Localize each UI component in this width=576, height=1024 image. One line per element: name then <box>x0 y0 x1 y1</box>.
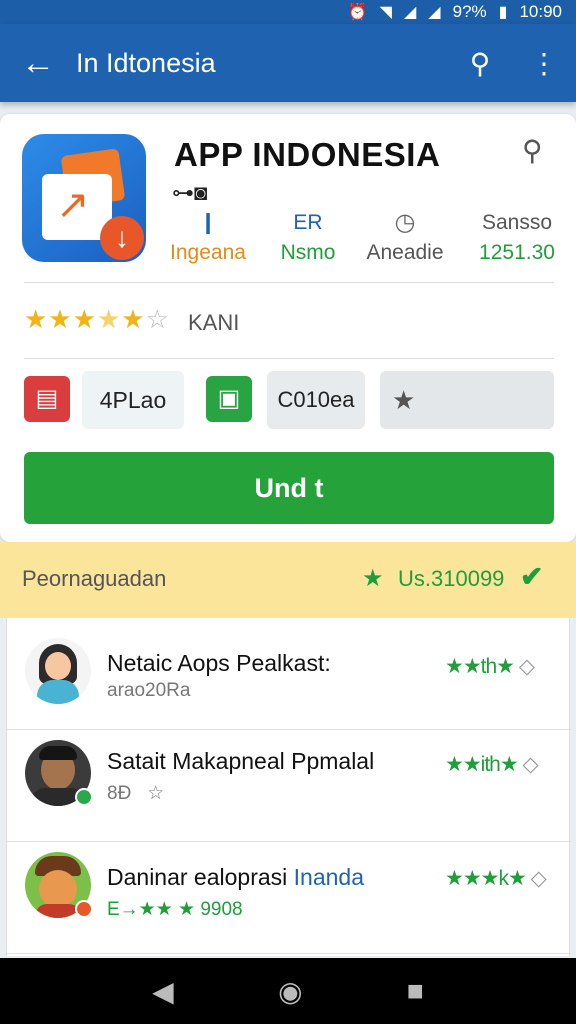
action-box-1[interactable]: 4PLao <box>82 371 184 429</box>
stat-value: Ingeana <box>170 241 246 264</box>
stat-icon: ❙ <box>199 211 217 234</box>
wishlist-star-icon[interactable]: ★ <box>380 371 554 429</box>
promo-banner[interactable]: Peornaguadan ★ Us.310099 ✔ <box>0 542 576 618</box>
app-icon: ↗ ↓ <box>22 134 146 262</box>
back-arrow-icon[interactable]: ← <box>0 44 76 83</box>
stat-value: Aneadie <box>366 241 444 264</box>
review-stars: ★★th★ ◇ <box>445 655 535 678</box>
app-name: APP INDONESIA <box>174 136 441 173</box>
stat-label: ER <box>293 211 323 234</box>
check-icon: ✔ <box>520 561 544 592</box>
battery-icon: ▮ <box>498 4 508 21</box>
list-item[interactable]: Daninar ealoprasi Inanda E→★★ ★ 9908 ★★★… <box>7 842 571 954</box>
online-badge <box>75 788 93 806</box>
list-item[interactable]: Netaic Aops Pealkast: arao20Ra ★★th★ ◇ <box>7 618 571 730</box>
app-card: ↗ ↓ APP INDONESIA ⚲ ⊶◙ ❙ Ingeana ER Nsmo… <box>0 114 576 542</box>
stat-rating: ER Nsmo <box>268 208 348 268</box>
signal-icon-2: ◢ <box>428 4 441 21</box>
nav-home-icon[interactable]: ◉ <box>278 975 302 1008</box>
system-nav-bar: ◀ ◉ ■ <box>0 958 576 1024</box>
avatar <box>25 638 91 704</box>
document-icon[interactable]: ▤ <box>24 376 70 422</box>
stat-value: 1251.30 <box>479 241 555 264</box>
install-button[interactable]: Und t <box>24 452 554 524</box>
stat-value: Nsmo <box>280 241 336 264</box>
review-stars: ★★ith★ ◇ <box>445 753 539 776</box>
chevron-icon: ◇ <box>522 753 539 776</box>
banner-value: Us.310099 <box>398 566 505 591</box>
rating-label: KANI <box>188 310 240 335</box>
arrow-icon: ↗ <box>56 183 90 227</box>
rating-stars: ★★★★★☆ <box>24 304 170 334</box>
search-icon[interactable]: ⚲ <box>448 47 512 80</box>
chevron-icon: ◇ <box>518 655 535 678</box>
alarm-icon: ⏰ <box>347 4 368 21</box>
app-bar: ← In Idtonesia ⚲ ⋮ <box>0 24 576 102</box>
chevron-icon: ◇ <box>530 867 547 890</box>
stat-age: ◷ Aneadie <box>366 208 444 268</box>
review-name: Satait Makapneal Ppmalal <box>107 748 375 774</box>
app-bar-title: In Idtonesia <box>76 47 216 78</box>
more-vert-icon[interactable]: ⋮ <box>512 47 576 80</box>
card-search-icon[interactable]: ⚲ <box>522 134 543 167</box>
stat-label: Sansso <box>481 211 553 234</box>
list-item[interactable]: Satait Makapneal Ppmalal 8Đ ☆ ★★ith★ ◇ <box>7 730 571 842</box>
star-icon: ★ <box>362 565 384 592</box>
review-list: Netaic Aops Pealkast: arao20Ra ★★th★ ◇ S… <box>6 618 571 956</box>
review-meta: arao20Ra <box>107 680 191 701</box>
stat-size: Sansso 1251.30 <box>472 208 562 268</box>
clock-icon: ◷ <box>394 209 416 236</box>
banner-label: Peornaguadan <box>22 566 167 591</box>
review-meta: E→★★ ★ 9908 <box>107 899 243 920</box>
clock: 10:90 <box>519 2 562 21</box>
nav-recents-icon[interactable]: ■ <box>407 975 424 1007</box>
divider <box>24 358 554 359</box>
battery-percent: 9?% <box>452 2 487 21</box>
status-bar: ⏰ ◥ ◢ ◢ 9?% ▮ 10:90 <box>0 0 576 24</box>
signal-icon: ◢ <box>403 4 417 21</box>
camera-icon: ⊶◙ <box>172 180 208 205</box>
star-icon: ☆ <box>147 783 165 804</box>
stat-installs: ❙ Ingeana <box>170 208 246 268</box>
review-meta: 8Đ ☆ <box>107 783 165 804</box>
download-icon: ↓ <box>100 216 144 260</box>
review-name: Netaic Aops Pealkast: <box>107 650 331 676</box>
divider <box>24 282 554 283</box>
nav-back-icon[interactable]: ◀ <box>152 975 174 1008</box>
review-stars: ★★★k★ ◇ <box>445 867 547 890</box>
action-box-2[interactable]: C010ea <box>267 371 365 429</box>
share-icon[interactable]: ▣ <box>206 376 252 422</box>
wifi-icon: ◥ <box>379 4 392 21</box>
status-badge <box>75 900 93 918</box>
review-name: Daninar ealoprasi Inanda <box>107 864 365 890</box>
